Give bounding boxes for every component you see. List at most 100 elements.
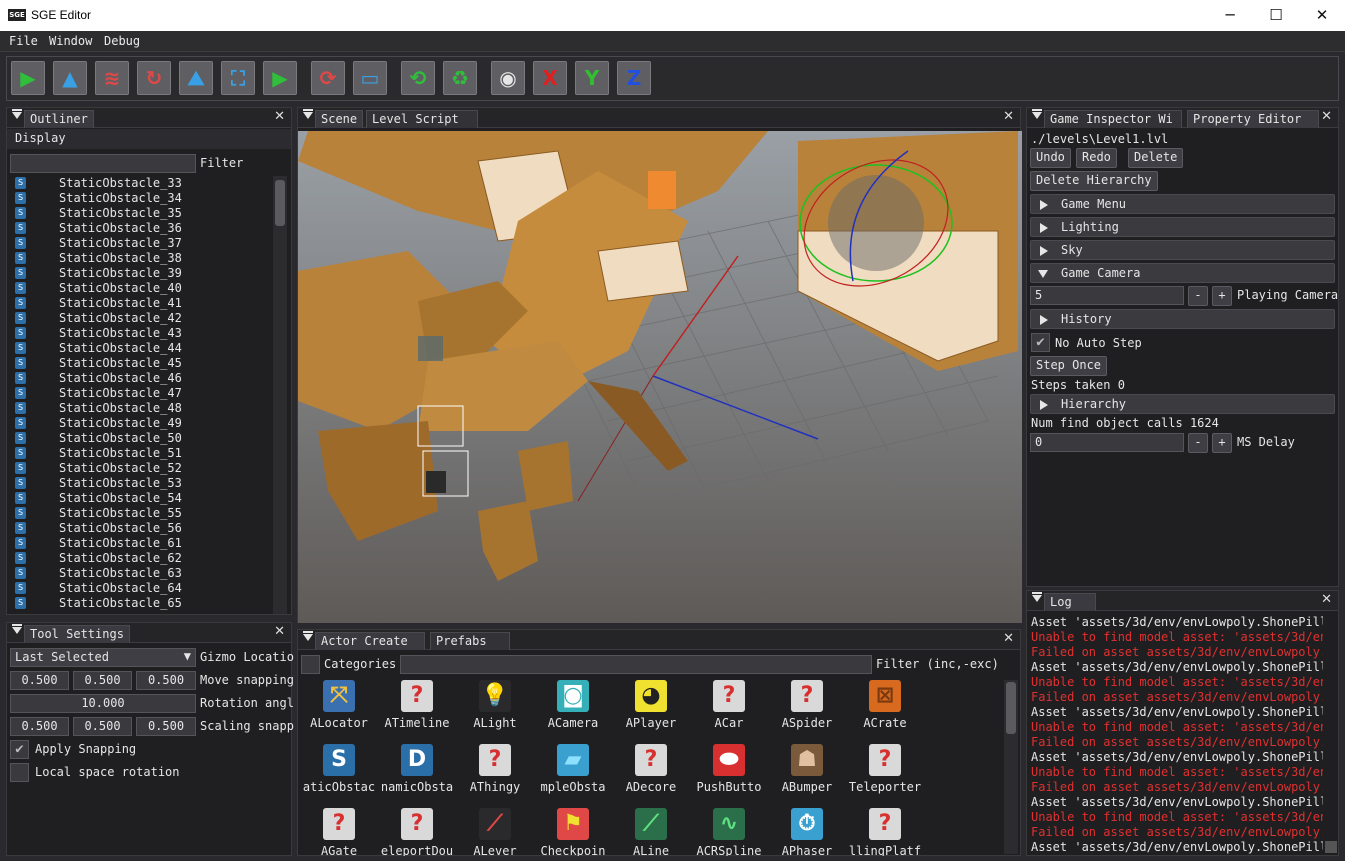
tab-outliner[interactable]: Outliner xyxy=(24,110,94,128)
cycle-button[interactable]: ♻ xyxy=(443,61,477,95)
no-auto-step-checkbox[interactable]: ✔ xyxy=(1031,333,1050,352)
playing-camera-input[interactable]: 5 xyxy=(1030,286,1184,305)
outliner-item[interactable]: S StaticObstacle_55 xyxy=(11,506,271,521)
section-hierarchy[interactable]: Hierarchy xyxy=(1030,394,1335,414)
apply-snapping-checkbox[interactable]: ✔ xyxy=(10,740,29,759)
delete-hierarchy-button[interactable]: Delete Hierarchy xyxy=(1030,171,1158,191)
rotation-snap-input[interactable]: 10.000 xyxy=(10,694,196,713)
actor-scrollbar[interactable] xyxy=(1004,680,1018,854)
tab-level-script[interactable]: Level Script xyxy=(366,110,478,128)
scrollbar-thumb[interactable] xyxy=(275,180,285,226)
categories-checkbox[interactable] xyxy=(301,655,320,674)
actor-item[interactable]: ▰ mpleObsta xyxy=(534,744,612,808)
actor-item[interactable]: ∿ ACRSpline xyxy=(690,808,768,856)
frame-button[interactable]: ⛶ xyxy=(221,61,255,95)
actor-item[interactable]: ? ATimeline xyxy=(378,680,456,744)
actor-item[interactable]: ⊠ ACrate xyxy=(846,680,924,744)
actor-item[interactable]: ◕ APlayer xyxy=(612,680,690,744)
actor-item[interactable]: ? ASpider xyxy=(768,680,846,744)
maximize-button[interactable]: ☐ xyxy=(1253,0,1299,31)
scale-snap-x-input[interactable]: 0.500 xyxy=(10,717,69,736)
close-icon[interactable]: ✕ xyxy=(274,624,285,639)
outliner-item[interactable]: S StaticObstacle_42 xyxy=(11,311,271,326)
panel-menu-icon[interactable] xyxy=(12,109,22,119)
actor-item[interactable]: ☗ ABumper xyxy=(768,744,846,808)
section-history[interactable]: History xyxy=(1030,309,1335,329)
outliner-item[interactable]: S StaticObstacle_47 xyxy=(11,386,271,401)
delay-increment-button[interactable]: + xyxy=(1212,433,1232,453)
scale-snap-y-input[interactable]: 0.500 xyxy=(73,717,132,736)
outliner-item[interactable]: S StaticObstacle_41 xyxy=(11,296,271,311)
outliner-item[interactable]: S StaticObstacle_33 xyxy=(11,176,271,191)
minimize-button[interactable]: ─ xyxy=(1207,0,1253,31)
actor-item[interactable]: ? AThingy xyxy=(456,744,534,808)
outliner-item[interactable]: S StaticObstacle_36 xyxy=(11,221,271,236)
actor-item[interactable]: ⟋ ALine xyxy=(612,808,690,856)
outliner-item[interactable]: S StaticObstacle_49 xyxy=(11,416,271,431)
tab-game-inspector[interactable]: Game Inspector Wi xyxy=(1044,110,1182,128)
section-lighting[interactable]: Lighting xyxy=(1030,217,1335,237)
move-snap-x-input[interactable]: 0.500 xyxy=(10,671,69,690)
mountains-button[interactable]: ⛰ xyxy=(179,61,213,95)
move-snap-z-input[interactable]: 0.500 xyxy=(136,671,196,690)
actor-item[interactable]: ⟋ ALever xyxy=(456,808,534,856)
play-button[interactable]: ▶ xyxy=(11,61,45,95)
close-icon[interactable]: ✕ xyxy=(274,109,285,124)
tab-log[interactable]: Log xyxy=(1044,593,1096,611)
actor-item[interactable]: ? AGate xyxy=(300,808,378,856)
delete-button[interactable]: Delete xyxy=(1128,148,1184,168)
panel-menu-icon[interactable] xyxy=(303,631,313,641)
outliner-item[interactable]: S StaticObstacle_40 xyxy=(11,281,271,296)
tab-tool-settings[interactable]: Tool Settings xyxy=(24,625,130,643)
section-game-menu[interactable]: Game Menu xyxy=(1030,194,1335,214)
panel-menu-icon[interactable] xyxy=(1032,109,1042,119)
close-icon[interactable]: ✕ xyxy=(1321,109,1332,124)
panel-menu-icon[interactable] xyxy=(12,624,22,634)
outliner-item[interactable]: S StaticObstacle_37 xyxy=(11,236,271,251)
outliner-scrollbar[interactable] xyxy=(273,176,287,614)
outliner-item[interactable]: S StaticObstacle_61 xyxy=(11,536,271,551)
outliner-item[interactable]: S StaticObstacle_48 xyxy=(11,401,271,416)
actor-item[interactable]: 💡 ALight xyxy=(456,680,534,744)
close-icon[interactable]: ✕ xyxy=(1321,592,1332,607)
actor-item[interactable]: ⏱ APhaser xyxy=(768,808,846,856)
outliner-item[interactable]: S StaticObstacle_51 xyxy=(11,446,271,461)
close-icon[interactable]: ✕ xyxy=(1003,631,1014,646)
section-sky[interactable]: Sky xyxy=(1030,240,1335,260)
outliner-item[interactable]: S StaticObstacle_54 xyxy=(11,491,271,506)
section-game-camera[interactable]: Game Camera xyxy=(1030,263,1335,283)
camera-increment-button[interactable]: + xyxy=(1212,286,1232,306)
actor-item[interactable]: SaticObstac xyxy=(300,744,378,808)
outliner-item[interactable]: S StaticObstacle_64 xyxy=(11,581,271,596)
tab-prefabs[interactable]: Prefabs xyxy=(430,632,510,650)
actor-item[interactable]: ? ACar xyxy=(690,680,768,744)
close-icon[interactable]: ✕ xyxy=(1003,109,1014,124)
scale-snap-z-input[interactable]: 0.500 xyxy=(136,717,196,736)
camera-button[interactable]: ◉ xyxy=(491,61,525,95)
reload-button[interactable]: ⟲ xyxy=(401,61,435,95)
gizmo-location-select[interactable]: Last Selected ▼ xyxy=(10,648,196,667)
window-button[interactable]: ▭ xyxy=(353,61,387,95)
outliner-item[interactable]: S StaticObstacle_63 xyxy=(11,566,271,581)
move-snap-y-input[interactable]: 0.500 xyxy=(73,671,132,690)
refresh-object-button[interactable]: ⟳ xyxy=(311,61,345,95)
axis-z-button[interactable]: Z xyxy=(617,61,651,95)
menu-debug[interactable]: Debug xyxy=(104,34,140,48)
display-header[interactable]: Display xyxy=(7,129,291,149)
actor-item[interactable]: ? eleportDou xyxy=(378,808,456,856)
outliner-filter-input[interactable] xyxy=(10,154,196,173)
ms-delay-input[interactable]: 0 xyxy=(1030,433,1184,452)
actor-item[interactable]: ? ADecore xyxy=(612,744,690,808)
local-space-rotation-checkbox[interactable] xyxy=(10,763,29,782)
outliner-item[interactable]: S StaticObstacle_53 xyxy=(11,476,271,491)
scene-viewport[interactable] xyxy=(298,131,1022,623)
actor-item[interactable]: ◙ ACamera xyxy=(534,680,612,744)
axis-y-button[interactable]: Y xyxy=(575,61,609,95)
outliner-item[interactable]: S StaticObstacle_45 xyxy=(11,356,271,371)
menu-file[interactable]: File xyxy=(9,34,38,48)
landscape-button[interactable]: ≋ xyxy=(95,61,129,95)
actor-item[interactable]: ? llingPlatf xyxy=(846,808,924,856)
redo-button[interactable]: Redo xyxy=(1076,148,1117,168)
play-add-button[interactable]: ▶ xyxy=(263,61,297,95)
outliner-item[interactable]: S StaticObstacle_50 xyxy=(11,431,271,446)
